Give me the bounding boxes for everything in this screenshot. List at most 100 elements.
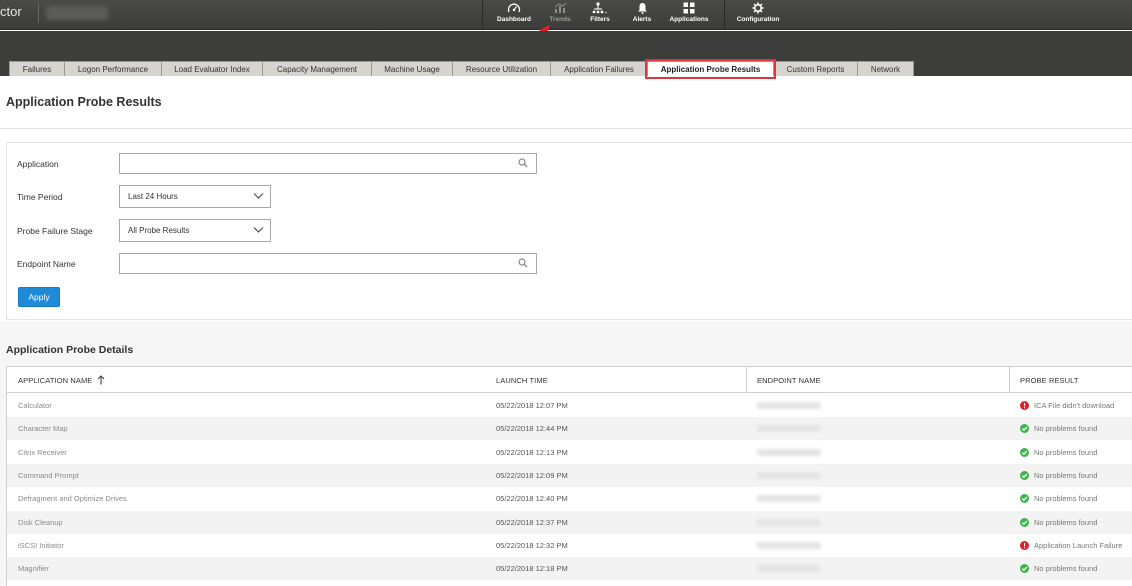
cell-endpoint-name-redacted — [757, 541, 821, 549]
cell-endpoint-name-redacted — [757, 518, 821, 526]
cell-launch-time: 05/22/2018 12:32 PM — [496, 540, 568, 550]
time-period-select[interactable]: Last 24 Hours — [119, 185, 271, 208]
table-row[interactable]: Citrix Receiver 05/22/2018 12:13 PM No pro… — [7, 441, 1132, 464]
dashboard-icon — [507, 1, 521, 15]
nav-applications[interactable]: Applications — [665, 0, 713, 30]
cell-application-name: Citrix Receiver — [18, 447, 67, 457]
failure-stage-select[interactable]: All Probe Results — [119, 219, 271, 242]
cell-application-name: Disk Cleanup — [18, 517, 63, 527]
cell-launch-time: 05/22/2018 12:18 PM — [496, 564, 568, 574]
success-check-icon — [1020, 447, 1029, 457]
cell-application-name: Defragment and Optimize Drives — [18, 494, 127, 504]
nav-configuration-label: Configuration — [736, 16, 780, 23]
time-period-value: Last 24 Hours — [128, 192, 178, 201]
nav-divider — [482, 0, 483, 30]
sort-ascending-icon[interactable] — [97, 375, 105, 385]
probe-result-text: No problems found — [1034, 447, 1098, 457]
cell-probe-result: No problems found — [1020, 417, 1097, 440]
nav-filters-label: Filters — [590, 16, 610, 23]
table-row[interactable]: Calculator 05/22/2018 12:07 PM ICA File di… — [7, 394, 1132, 417]
bell-icon — [637, 1, 648, 15]
success-check-icon — [1020, 517, 1029, 527]
error-alert-icon — [1020, 401, 1029, 410]
table-row[interactable]: iSCSI Initiator 05/22/2018 12:32 PM Applic… — [7, 534, 1132, 557]
cell-probe-result: No problems found — [1020, 511, 1097, 534]
filters-icon — [592, 1, 608, 15]
nav-filters[interactable]: Filters — [584, 0, 616, 30]
tab-capacity-management[interactable]: Capacity Management — [262, 61, 372, 76]
application-label: Application — [17, 159, 59, 169]
cell-probe-result: No problems found — [1020, 557, 1097, 580]
nav-alerts[interactable]: Alerts — [628, 0, 656, 30]
cell-launch-time: 05/22/2018 12:44 PM — [496, 424, 568, 434]
cell-endpoint-name-redacted — [757, 565, 821, 573]
tab-failures[interactable]: Failures — [9, 61, 65, 76]
tab-network[interactable]: Network — [857, 61, 914, 76]
search-icon[interactable] — [518, 258, 528, 270]
nav-configuration[interactable]: Configuration — [733, 0, 783, 30]
cell-probe-result: ICA File didn't download — [1020, 394, 1114, 417]
success-check-icon — [1020, 494, 1029, 504]
tab-application-failures[interactable]: Application Failures — [550, 61, 648, 76]
tab-resource-utilization[interactable]: Resource Utilization — [452, 61, 551, 76]
table-row[interactable]: Defragment and Optimize Drives 05/22/2018… — [7, 487, 1132, 510]
title-divider — [0, 128, 1132, 129]
top-bar: ctor Dashboard Trends Filters Alerts App… — [0, 0, 1132, 30]
probe-results-table: APPLICATION NAME LAUNCH TIME ENDPOINT NA… — [6, 366, 1132, 586]
page-title: Application Probe Results — [6, 95, 162, 109]
cell-launch-time: 05/22/2018 12:09 PM — [496, 470, 568, 480]
column-header-probe-result[interactable]: PROBE RESULT — [1020, 367, 1079, 393]
nav-alerts-label: Alerts — [632, 16, 652, 23]
brand-text: ctor — [0, 4, 22, 19]
column-header-launch-time[interactable]: LAUNCH TIME — [496, 367, 548, 393]
cell-application-name: Magnifier — [18, 564, 49, 574]
application-input[interactable] — [119, 153, 537, 174]
success-check-icon — [1020, 564, 1029, 574]
cell-probe-result: No problems found — [1020, 464, 1097, 487]
error-alert-icon — [1020, 540, 1029, 550]
time-period-label: Time Period — [17, 192, 63, 202]
cell-application-name: iSCSI Initiator — [18, 540, 64, 550]
table-row[interactable]: Magnifier 05/22/2018 12:18 PM No problems … — [7, 557, 1132, 581]
search-icon[interactable] — [518, 158, 528, 170]
cell-application-name: Command Prompt — [18, 470, 79, 480]
failure-stage-label: Probe Failure Stage — [17, 226, 93, 236]
endpoint-name-label: Endpoint Name — [17, 259, 76, 269]
chevron-down-icon — [253, 192, 264, 202]
tab-custom-reports[interactable]: Custom Reports — [773, 61, 858, 76]
probe-result-text: No problems found — [1034, 494, 1098, 504]
tab-machine-usage[interactable]: Machine Usage — [371, 61, 453, 76]
cell-application-name: Calculator — [18, 401, 52, 410]
tab-load-evaluator-index[interactable]: Load Evaluator Index — [161, 61, 263, 76]
probe-result-text: ICA File didn't download — [1034, 401, 1115, 410]
success-check-icon — [1020, 424, 1029, 434]
column-header-endpoint-name[interactable]: ENDPOINT NAME — [757, 367, 821, 393]
table-row[interactable]: Command Prompt 05/22/2018 12:09 PM No prob… — [7, 463, 1132, 487]
details-title: Application Probe Details — [6, 344, 134, 356]
tab-logon-performance[interactable]: Logon Performance — [64, 61, 162, 76]
cell-launch-time: 05/22/2018 12:13 PM — [496, 447, 568, 457]
cell-application-name: Character Map — [18, 424, 68, 434]
cell-endpoint-name-redacted — [757, 402, 821, 409]
endpoint-name-input[interactable] — [119, 253, 537, 274]
column-header-application-name[interactable]: APPLICATION NAME — [18, 367, 105, 393]
cell-probe-result: No problems found — [1020, 441, 1097, 464]
probe-result-text: No problems found — [1034, 424, 1098, 434]
apply-button[interactable]: Apply — [18, 287, 60, 307]
cell-probe-result: No problems found — [1020, 487, 1097, 510]
cell-launch-time: 05/22/2018 12:07 PM — [496, 401, 568, 410]
tab-application-probe-results[interactable]: Application Probe Results — [647, 61, 774, 76]
table-row[interactable]: Character Map 05/22/2018 12:44 PM No probl… — [7, 417, 1132, 441]
nav-divider — [724, 0, 725, 30]
trends-icon — [554, 1, 567, 15]
cell-endpoint-name-redacted — [757, 471, 821, 479]
column-divider — [1009, 367, 1010, 393]
cell-endpoint-name-redacted — [757, 495, 821, 503]
cell-probe-result: Application Launch Failure — [1020, 534, 1122, 557]
table-row[interactable]: Disk Cleanup 05/22/2018 12:37 PM No proble… — [7, 510, 1132, 534]
cell-launch-time: 05/22/2018 12:37 PM — [496, 517, 568, 527]
chevron-down-icon — [253, 226, 264, 236]
cell-endpoint-name-redacted — [757, 448, 821, 456]
nav-applications-label: Applications — [669, 16, 709, 23]
grid-icon — [683, 1, 695, 15]
